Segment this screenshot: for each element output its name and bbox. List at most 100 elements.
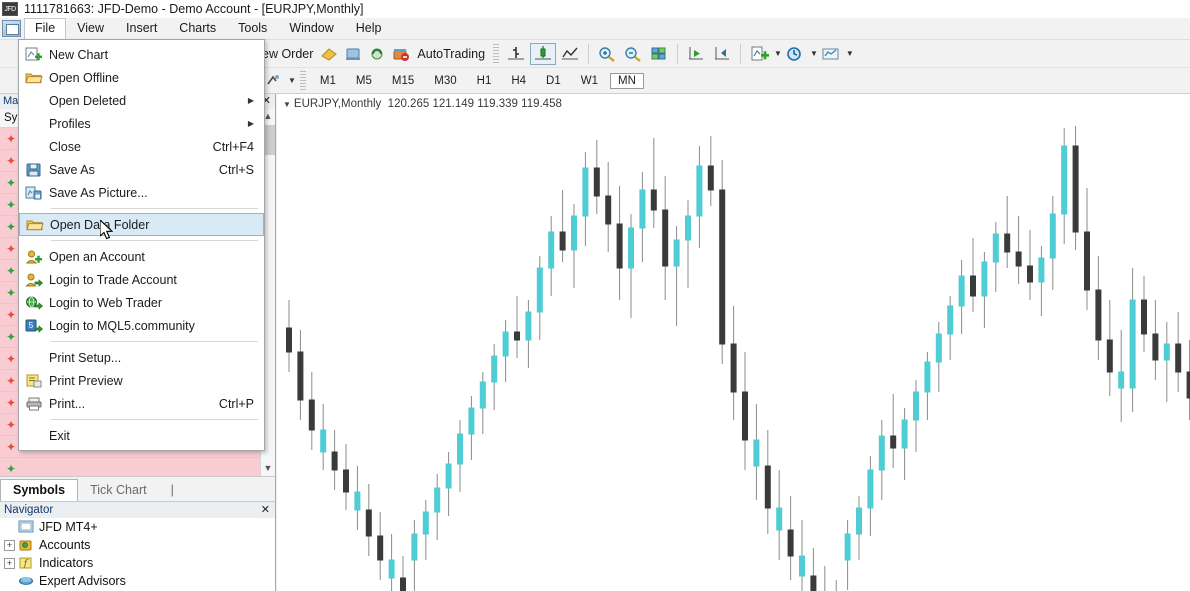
timeframe-w1[interactable]: W1 [573,73,606,89]
chart-shift-icon[interactable] [710,43,734,65]
mql5-login-icon: 5 [19,318,49,334]
candle [492,344,497,410]
toolbar-grip[interactable] [493,44,499,64]
candle [1176,312,1181,392]
svg-text:5: 5 [29,321,34,330]
new-order-button[interactable]: ew Order [258,47,317,61]
expert-advisors-toolbar-icon[interactable] [318,43,340,65]
candle [378,512,383,580]
auto-scroll-icon[interactable] [684,43,708,65]
user-add-icon [19,249,49,265]
menu-help[interactable]: Help [345,18,393,39]
candle [663,176,668,300]
menu-window[interactable]: Window [278,18,344,39]
menu-tools[interactable]: Tools [227,18,278,39]
menu-item-exit[interactable]: Exit [19,424,264,447]
timeframe-mn[interactable]: MN [610,73,644,89]
period-clock-icon[interactable] [783,43,807,65]
menu-item-login-to-trade-account[interactable]: Login to Trade Account [19,268,264,291]
toolbar-separator-2 [677,44,678,64]
menu-item-open-offline[interactable]: Open Offline [19,66,264,89]
print-preview-icon [19,373,49,389]
candle [845,520,850,590]
timeframe-grip[interactable] [300,71,306,91]
menu-item-label: Open an Account [49,250,264,264]
timeframe-m1[interactable]: M1 [312,73,344,89]
menu-item-open-data-folder[interactable]: Open Data Folder [19,213,264,236]
candle [629,214,634,318]
indicators-dropdown-caret[interactable]: ▼ [774,49,782,58]
drawing-tools-caret[interactable]: ▼ [288,76,296,85]
menu-item-new-chart[interactable]: New Chart [19,43,264,66]
submenu-arrow-icon: ▶ [248,119,264,128]
menu-item-save-as[interactable]: Save AsCtrl+S [19,158,264,181]
crosshair-tools-icon[interactable] [263,70,285,92]
app-icon: JFD [2,2,18,16]
menu-item-label: Profiles [49,117,248,131]
line-chart-icon[interactable] [558,43,582,65]
chart-symbol: EURJPY,Monthly [294,98,381,110]
menu-item-print-setup[interactable]: Print Setup... [19,346,264,369]
menu-item-open-an-account[interactable]: Open an Account [19,245,264,268]
menu-item-login-to-web-trader[interactable]: Login to Web Trader [19,291,264,314]
tile-windows-icon[interactable] [647,43,671,65]
candle [435,474,440,540]
menu-item-label: Close [49,140,213,154]
navigator-item-terminal[interactable]: JFD MT4+ [0,518,275,536]
period-dropdown-caret[interactable]: ▼ [810,49,818,58]
indicators-add-icon[interactable] [747,43,771,65]
expand-icon[interactable]: + [4,558,15,569]
candle [1050,196,1055,290]
bar-chart-icon[interactable] [504,43,528,65]
templates-dropdown-caret[interactable]: ▼ [846,49,854,58]
candle [332,430,337,490]
candle [537,256,542,340]
expand-icon[interactable]: + [4,540,15,551]
close-icon[interactable]: ✕ [261,502,270,518]
navigator-item-indicators[interactable]: + f Indicators [0,554,275,572]
signals-icon[interactable] [366,43,388,65]
timeframe-h4[interactable]: H4 [503,73,534,89]
navigator-item-expert-advisors[interactable]: Expert Advisors [0,572,275,590]
menu-file[interactable]: File [24,18,66,40]
timeframe-d1[interactable]: D1 [538,73,569,89]
menu-item-print[interactable]: Print...Ctrl+P [19,392,264,415]
title-bar: JFD 1111781663: JFD-Demo - Demo Account … [0,0,1190,18]
scroll-down-icon[interactable]: ▼ [261,461,275,476]
candle [309,372,314,450]
timeframe-m5[interactable]: M5 [348,73,380,89]
candle [1039,246,1044,316]
timeframe-m15[interactable]: M15 [384,73,422,89]
candlestick-chart-icon[interactable] [530,43,556,65]
chart-area[interactable]: ▼EURJPY,Monthly 120.265 121.149 119.339 … [277,94,1190,591]
candle [572,204,577,288]
tab-symbols[interactable]: Symbols [0,479,78,502]
menu-item-print-preview[interactable]: Print Preview [19,369,264,392]
autotrading-icon[interactable] [390,43,412,65]
menu-item-close[interactable]: CloseCtrl+F4 [19,135,264,158]
candle [549,216,554,296]
menu-view[interactable]: View [66,18,115,39]
autotrading-button[interactable]: AutoTrading [413,47,489,61]
candle [287,300,292,372]
menu-item-profiles[interactable]: Profiles▶ [19,112,264,135]
tab-tick-chart[interactable]: Tick Chart [78,480,159,501]
menu-insert[interactable]: Insert [115,18,168,39]
candle [765,430,770,534]
candle [446,452,451,516]
templates-icon[interactable] [819,43,843,65]
timeframe-m30[interactable]: M30 [426,73,464,89]
menu-item-save-as-picture[interactable]: Save As Picture... [19,181,264,204]
menu-item-open-deleted[interactable]: Open Deleted▶ [19,89,264,112]
file-menu-dropdown: New ChartOpen OfflineOpen Deleted▶Profil… [18,39,265,451]
navigator-item-accounts[interactable]: + Accounts [0,536,275,554]
menu-charts[interactable]: Charts [168,18,227,39]
chevron-down-icon[interactable]: ▼ [283,100,291,109]
timeframe-h1[interactable]: H1 [469,73,500,89]
candle [321,404,326,470]
data-window-icon[interactable] [342,43,364,65]
menu-item-login-to-mql5-community[interactable]: 5Login to MQL5.community [19,314,264,337]
zoom-out-icon[interactable] [621,43,645,65]
zoom-in-icon[interactable] [595,43,619,65]
terminal-logo-icon [2,20,21,37]
